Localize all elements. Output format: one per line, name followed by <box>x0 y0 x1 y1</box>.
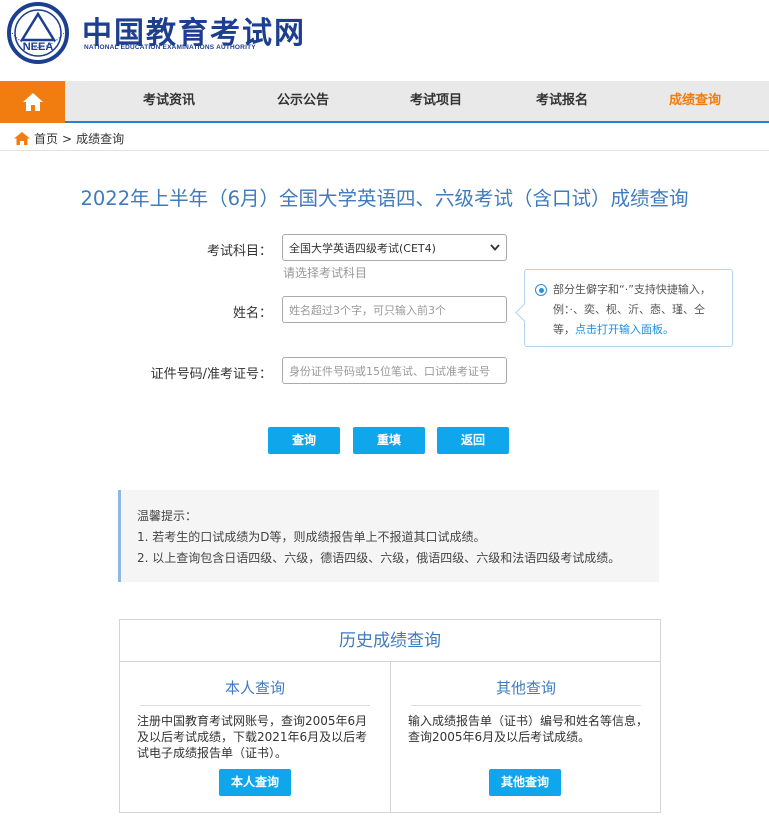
notice-title: 温馨提示： <box>137 509 198 523</box>
breadcrumb-divider <box>0 150 769 151</box>
other-query-section: 其他查询 输入成绩报告单（证书）编号和姓名等信息，查询2005年6月及以后考试成… <box>391 662 661 813</box>
subject-selected-value: 全国大学英语四级考试(CET4) <box>289 241 436 255</box>
id-input[interactable]: 身份证件号码或15位笔试、口试准考证号 <box>282 357 507 384</box>
self-query-rule <box>140 705 370 706</box>
self-query-title: 本人查询 <box>224 679 285 697</box>
reset-button[interactable]: 重填 <box>353 427 425 454</box>
self-query-section: 本人查询 注册中国教育考试网账号，查询2005年6月及以后考试成绩，下载2021… <box>120 662 390 813</box>
input-tip-box: 部分生僻字和“·”支持快捷输入，例：·、奕、枧、沂、悫、瑾、仝等，点击打开输入面… <box>524 269 733 347</box>
subject-hint: 请选择考试科目 <box>283 266 368 280</box>
nav-item-registration[interactable]: 考试报名 <box>536 81 588 121</box>
breadcrumb-home-link[interactable]: 首页 <box>34 130 58 147</box>
other-query-rule <box>411 705 641 706</box>
history-panel: 历史成绩查询 本人查询 注册中国教育考试网账号，查询2005年6月及以后考试成绩… <box>119 619 661 813</box>
page-title: 2022年上半年（6月）全国大学英语四、六级考试（含口试）成绩查询 <box>80 187 689 210</box>
home-icon <box>14 132 30 145</box>
nav-item-exams[interactable]: 考试项目 <box>410 81 462 121</box>
breadcrumb-current: 成绩查询 <box>76 132 125 146</box>
neea-logo-icon[interactable]: NEEA <box>4 2 72 64</box>
other-query-text: 输入成绩报告单（证书）编号和姓名等信息，查询2005年6月及以后考试成绩。 <box>408 714 649 744</box>
open-input-panel-link[interactable]: 点击打开输入面板。 <box>575 323 674 336</box>
other-query-button[interactable]: 其他查询 <box>489 769 561 796</box>
nav-item-news[interactable]: 考试资讯 <box>143 81 195 121</box>
id-placeholder: 身份证件号码或15位笔试、口试准考证号 <box>289 364 490 378</box>
notice-box: 温馨提示： 1. 若考生的口试成绩为D等，则成绩报告单上不报道其口试成绩。 2.… <box>118 490 659 582</box>
query-button[interactable]: 查询 <box>268 427 340 454</box>
name-placeholder: 姓名超过3个字，可只输入前3个 <box>289 303 446 317</box>
info-radio-icon <box>535 284 547 296</box>
site-subtitle: NATIONAL EDUCATION EXAMINATIONS AUTHORIT… <box>84 44 256 51</box>
self-query-button[interactable]: 本人查询 <box>219 769 291 796</box>
notice-item: 2. 以上查询包含日语四级、六级，德语四级、六级，俄语四级、六级和法语四级考试成… <box>137 551 621 565</box>
nav-item-scores[interactable]: 成绩查询 <box>669 81 721 121</box>
history-title: 历史成绩查询 <box>120 620 660 662</box>
nav-home-button[interactable] <box>0 81 65 123</box>
subject-label: 考试科目： <box>206 244 272 259</box>
back-button[interactable]: 返回 <box>437 427 509 454</box>
name-input[interactable]: 姓名超过3个字，可只输入前3个 <box>282 296 507 323</box>
home-icon <box>22 93 43 111</box>
name-label: 姓名： <box>232 306 272 321</box>
breadcrumb-separator: > <box>62 131 73 146</box>
chevron-down-icon <box>490 244 500 251</box>
notice-item: 1. 若考生的口试成绩为D等，则成绩报告单上不报道其口试成绩。 <box>137 530 486 544</box>
id-label: 证件号码/准考证号： <box>150 367 272 382</box>
main-nav: 考试资讯 公示公告 考试项目 考试报名 成绩查询 <box>0 81 769 123</box>
subject-select[interactable]: 全国大学英语四级考试(CET4) <box>282 234 507 261</box>
breadcrumb: 首页 > 成绩查询 <box>14 130 124 147</box>
self-query-text: 注册中国教育考试网账号，查询2005年6月及以后考试成绩，下载2021年6月及以… <box>137 714 368 760</box>
site-header: NEEA 中国教育考试网 NATIONAL EDUCATION EXAMINAT… <box>0 0 769 80</box>
logo-text: NEEA <box>23 41 54 53</box>
other-query-title: 其他查询 <box>495 679 556 697</box>
nav-item-announcements[interactable]: 公示公告 <box>277 81 329 121</box>
